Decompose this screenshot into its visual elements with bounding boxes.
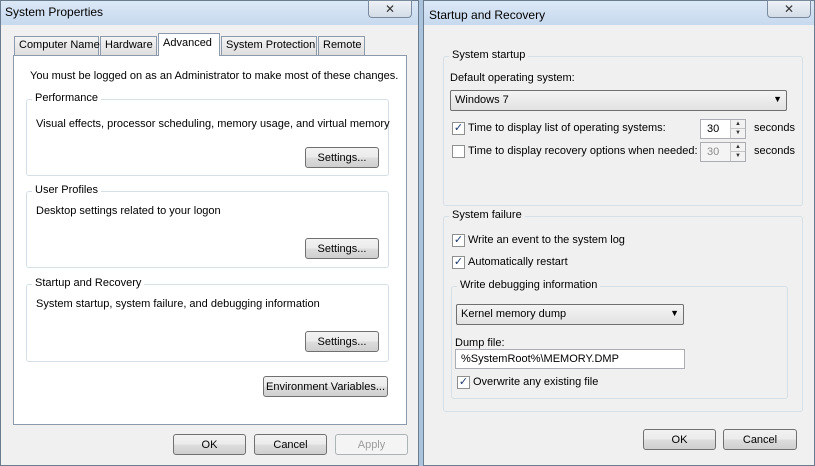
ok-button[interactable]: OK — [173, 434, 246, 455]
window-title: System Properties — [5, 5, 104, 19]
close-button[interactable]: ✕ — [767, 0, 811, 18]
title-bar[interactable]: Startup and Recovery ✕ — [424, 0, 814, 25]
debug-info-group: Write debugging information Kernel memor… — [451, 279, 788, 399]
tab-remote[interactable]: Remote — [318, 36, 365, 55]
debug-info-title: Write debugging information — [457, 279, 601, 291]
auto-restart-checkbox[interactable]: ✓ — [452, 256, 465, 269]
spin-up-icon[interactable]: ▲ — [731, 143, 745, 152]
dump-file-input[interactable]: %SystemRoot%\MEMORY.DMP — [455, 349, 685, 369]
performance-group: Performance Visual effects, processor sc… — [26, 92, 390, 176]
chevron-down-icon: ▼ — [773, 94, 782, 104]
admin-notice: You must be logged on as an Administrato… — [30, 70, 399, 82]
chevron-down-icon: ▼ — [670, 308, 679, 318]
cancel-button[interactable]: Cancel — [723, 429, 797, 450]
display-recovery-label: Time to display recovery options when ne… — [468, 145, 698, 157]
user-profiles-title: User Profiles — [32, 184, 101, 196]
tab-computer-name[interactable]: Computer Name — [14, 36, 100, 55]
cancel-button[interactable]: Cancel — [254, 434, 327, 455]
startup-recovery-description: System startup, system failure, and debu… — [36, 298, 320, 310]
performance-settings-button[interactable]: Settings... — [305, 147, 379, 168]
default-os-label: Default operating system: — [450, 72, 575, 84]
display-list-unit: seconds — [754, 122, 795, 134]
title-bar[interactable]: System Properties ▲ ✕ — [1, 0, 418, 25]
user-profiles-group: User Profiles Desktop settings related t… — [26, 184, 389, 268]
display-list-checkbox[interactable]: ✓ — [452, 122, 465, 135]
spin-buttons[interactable]: ▲ ▼ — [730, 143, 745, 161]
system-properties-window: System Properties ▲ ✕ Computer Name Hard… — [0, 0, 419, 466]
user-profiles-description: Desktop settings related to your logon — [36, 205, 221, 217]
display-recovery-unit: seconds — [754, 145, 795, 157]
default-os-dropdown[interactable]: Windows 7 ▼ — [450, 90, 787, 111]
close-icon: ✕ — [783, 2, 795, 16]
spin-up-icon[interactable]: ▲ — [731, 120, 745, 129]
write-event-label: Write an event to the system log — [468, 234, 625, 246]
spin-down-icon[interactable]: ▼ — [731, 129, 745, 138]
environment-variables-button[interactable]: Environment Variables... — [263, 376, 388, 397]
apply-button[interactable]: Apply — [335, 434, 408, 455]
startup-recovery-group: Startup and Recovery System startup, sys… — [26, 277, 389, 362]
display-recovery-checkbox[interactable] — [452, 145, 465, 158]
tab-hardware[interactable]: Hardware — [100, 36, 157, 55]
ok-button[interactable]: OK — [643, 429, 716, 450]
system-failure-title: System failure — [449, 209, 525, 221]
spin-buttons[interactable]: ▲ ▼ — [730, 120, 745, 138]
system-startup-group: System startup Default operating system:… — [443, 49, 803, 206]
startup-recovery-window: Startup and Recovery ✕ System startup De… — [423, 0, 815, 466]
system-failure-group: System failure ✓ Write an event to the s… — [443, 209, 803, 412]
startup-recovery-settings-button[interactable]: Settings... — [305, 331, 379, 352]
performance-description: Visual effects, processor scheduling, me… — [36, 118, 390, 130]
display-list-spinner[interactable]: 30 ▲ ▼ — [700, 119, 746, 139]
dump-file-label: Dump file: — [455, 337, 505, 349]
dump-type-dropdown[interactable]: Kernel memory dump ▼ — [456, 304, 684, 325]
startup-recovery-title: Startup and Recovery — [32, 277, 145, 289]
spin-down-icon[interactable]: ▼ — [731, 152, 745, 161]
window-title: Startup and Recovery — [429, 8, 546, 22]
overwrite-checkbox[interactable]: ✓ — [457, 376, 470, 389]
display-recovery-spinner[interactable]: 30 ▲ ▼ — [700, 142, 746, 162]
tab-system-protection[interactable]: System Protection — [221, 36, 317, 55]
write-event-checkbox[interactable]: ✓ — [452, 234, 465, 247]
auto-restart-label: Automatically restart — [468, 256, 568, 268]
user-profiles-settings-button[interactable]: Settings... — [305, 238, 379, 259]
tab-advanced[interactable]: Advanced — [158, 33, 220, 56]
display-list-label: Time to display list of operating system… — [468, 122, 666, 134]
overwrite-label: Overwrite any existing file — [473, 376, 599, 388]
close-button[interactable]: ▲ ✕ — [368, 0, 412, 18]
performance-title: Performance — [32, 92, 101, 104]
close-icon-glyph: ✕ — [384, 2, 396, 16]
advanced-tab-panel: You must be logged on as an Administrato… — [13, 55, 407, 425]
system-startup-title: System startup — [449, 49, 529, 61]
